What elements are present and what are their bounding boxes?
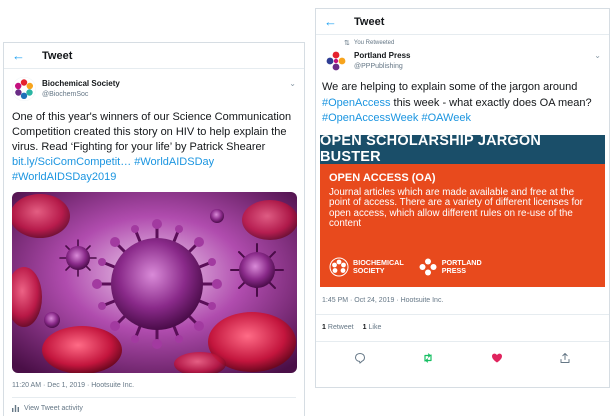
biochemical-society-logo-text: BIOCHEMICAL SOCIETY: [353, 257, 404, 275]
header-title: Tweet: [42, 49, 73, 62]
more-options-icon[interactable]: ⌄: [289, 79, 296, 88]
image-heading: OPEN ACCESS (OA): [329, 171, 436, 184]
more-options-icon[interactable]: ⌄: [594, 51, 601, 60]
view-tweet-activity-label: View Tweet activity: [24, 405, 83, 412]
virus-illustration-image[interactable]: [12, 192, 297, 373]
divider: [316, 313, 609, 315]
hashtag-openaccess[interactable]: #OpenAccess: [322, 97, 390, 109]
tweet-links[interactable]: bit.ly/SciComCompetit… #WorldAIDSDay #Wo…: [12, 156, 214, 183]
tweet-body: One of this year's winners of our Scienc…: [12, 111, 292, 153]
tweet-actions: [316, 351, 609, 365]
image-logos: BIOCHEMICAL SOCIETY PORTLAND PRESS: [329, 257, 482, 277]
retweet-context-label: You Retweeted: [353, 40, 395, 46]
author-handle[interactable]: @PPPublishing: [354, 61, 410, 72]
biochemical-society-logo-icon: [329, 257, 349, 276]
tweet-body-cont: this week - what exactly does OA mean?: [390, 96, 592, 109]
back-arrow-icon[interactable]: ←: [12, 48, 30, 63]
divider: [12, 397, 296, 398]
share-icon[interactable]: [558, 351, 572, 365]
tweet-timestamp[interactable]: 1:45 PM · Oct 24, 2019 · Hootsuite Inc.: [322, 297, 609, 304]
divider: [316, 340, 609, 342]
author-handle[interactable]: @BiochemSoc: [42, 89, 120, 100]
hashtags-oaweek[interactable]: #OpenAccessWeek #OAWeek: [322, 112, 471, 124]
retweet-count[interactable]: 1 Retweet: [322, 324, 354, 331]
image-banner: OPEN SCHOLARSHIP JARGON BUSTER: [320, 133, 605, 165]
author-name[interactable]: Portland Press: [354, 50, 410, 61]
tweet-body: We are helping to explain some of the ja…: [322, 81, 578, 93]
header-title: Tweet: [354, 15, 385, 28]
avatar[interactable]: [324, 49, 348, 73]
retweet-icon: ⇅: [344, 40, 350, 47]
retweet-icon[interactable]: [421, 351, 435, 365]
tweet-header: ← Tweet: [316, 9, 609, 35]
retweet-context: ⇅ You Retweeted: [344, 39, 609, 47]
tweet-author: Biochemical Society @BiochemSoc ⌄: [12, 77, 304, 101]
tweet-author: Portland Press @PPPublishing ⌄: [324, 49, 609, 73]
view-tweet-activity-link[interactable]: View Tweet activity: [12, 405, 304, 412]
tweet-timestamp[interactable]: 11:20 AM · Dec 1, 2019 · Hootsuite Inc.: [12, 382, 304, 389]
like-count[interactable]: 1 Like: [363, 324, 382, 331]
open-access-jargon-image[interactable]: OPEN SCHOLARSHIP JARGON BUSTER OPEN ACCE…: [320, 133, 605, 287]
tweet-header: ← Tweet: [4, 43, 304, 69]
tweet-card-portlandpress: ← Tweet ⇅ You Retweeted Portland Press @…: [315, 8, 610, 388]
back-arrow-icon[interactable]: ←: [324, 14, 342, 29]
engagement-counts: 1 Retweet 1 Like: [322, 324, 609, 331]
reply-icon[interactable]: [353, 351, 367, 365]
bar-chart-icon: [12, 405, 19, 412]
like-icon[interactable]: [490, 351, 504, 365]
author-name[interactable]: Biochemical Society: [42, 78, 120, 89]
tweet-card-biochemsoc: ← Tweet Biochemical Society @BiochemSoc …: [3, 42, 305, 416]
image-body-text: Journal articles which are made availabl…: [329, 186, 583, 229]
tweet-text: We are helping to explain some of the ja…: [322, 80, 601, 127]
biochemical-society-logo: BIOCHEMICAL SOCIETY: [329, 257, 404, 277]
tweet-text: One of this year's winners of our Scienc…: [12, 110, 296, 185]
portland-press-logo: PORTLAND PRESS: [418, 257, 482, 277]
avatar[interactable]: [12, 77, 36, 101]
portland-press-logo-icon: [419, 258, 437, 275]
portland-press-logo-text: PORTLAND PRESS: [441, 257, 482, 275]
